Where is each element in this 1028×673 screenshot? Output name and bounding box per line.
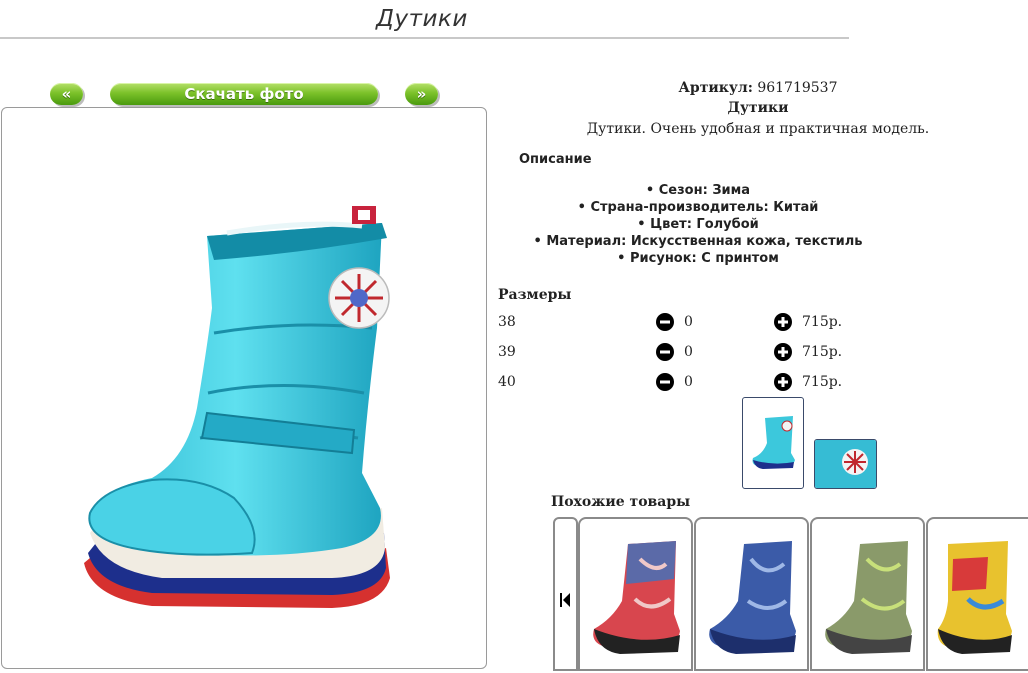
product-name: Дутики	[727, 100, 789, 116]
similar-product-card[interactable]	[926, 517, 1028, 671]
page-title: Дутики	[376, 6, 468, 32]
plus-circle-icon[interactable]	[774, 373, 792, 391]
article-line: Артикул: 961719537	[498, 80, 1018, 96]
prev-photo-button[interactable]: «	[50, 83, 83, 105]
plus-circle-icon[interactable]	[774, 313, 792, 331]
next-photo-button[interactable]: »	[405, 83, 438, 105]
minus-circle-icon[interactable]	[656, 373, 674, 391]
size-row: 39 0 715р.	[498, 342, 918, 362]
quantity-value: 0	[684, 344, 693, 360]
similar-product-image	[709, 541, 796, 654]
price-value: 715р.	[802, 374, 843, 390]
property-color: Цвет: Голубой	[498, 216, 898, 233]
size-value: 40	[498, 374, 516, 390]
price-value: 715р.	[802, 314, 843, 330]
property-season: Сезон: Зима	[498, 182, 898, 199]
similar-product-card[interactable]	[810, 517, 925, 671]
similar-product-image	[937, 541, 1012, 654]
minus-circle-icon[interactable]	[656, 313, 674, 331]
thumbnail-detail-image	[815, 440, 876, 488]
size-value: 39	[498, 344, 516, 360]
price-value: 715р.	[802, 344, 843, 360]
sizes-heading: Размеры	[498, 287, 572, 303]
boot-image	[84, 206, 390, 608]
download-photo-button[interactable]: Скачать фото	[110, 83, 378, 105]
similar-product-card[interactable]	[694, 517, 809, 671]
size-row: 38 0 715р.	[498, 312, 918, 332]
product-description: Дутики. Очень удобная и практичная модел…	[586, 121, 930, 137]
plus-circle-icon[interactable]	[774, 343, 792, 361]
main-photo[interactable]	[1, 107, 487, 669]
quantity-value: 0	[684, 314, 693, 330]
skip-back-icon	[560, 593, 570, 607]
property-pattern: Рисунок: С принтом	[498, 250, 898, 267]
size-value: 38	[498, 314, 516, 330]
photo-thumbnail-1[interactable]	[742, 397, 804, 489]
property-list: Сезон: Зима Страна-производитель: Китай …	[498, 182, 898, 267]
title-divider	[0, 37, 849, 39]
article-value: 961719537	[757, 80, 838, 96]
size-row: 40 0 715р.	[498, 372, 918, 392]
property-country: Страна-производитель: Китай	[498, 199, 898, 216]
description-heading: Описание	[519, 152, 592, 167]
similar-products-heading: Похожие товары	[551, 494, 691, 510]
property-material: Материал: Искусственная кожа, текстиль	[498, 233, 898, 250]
photo-thumbnail-2[interactable]	[814, 439, 877, 489]
similar-product-card[interactable]	[578, 517, 693, 671]
similar-product-image	[593, 541, 680, 654]
similar-product-image	[825, 541, 912, 654]
article-label: Артикул:	[678, 80, 753, 96]
quantity-value: 0	[684, 374, 693, 390]
thumbnail-boot-image	[752, 416, 795, 469]
minus-circle-icon[interactable]	[656, 343, 674, 361]
carousel-prev-button[interactable]	[553, 517, 578, 671]
